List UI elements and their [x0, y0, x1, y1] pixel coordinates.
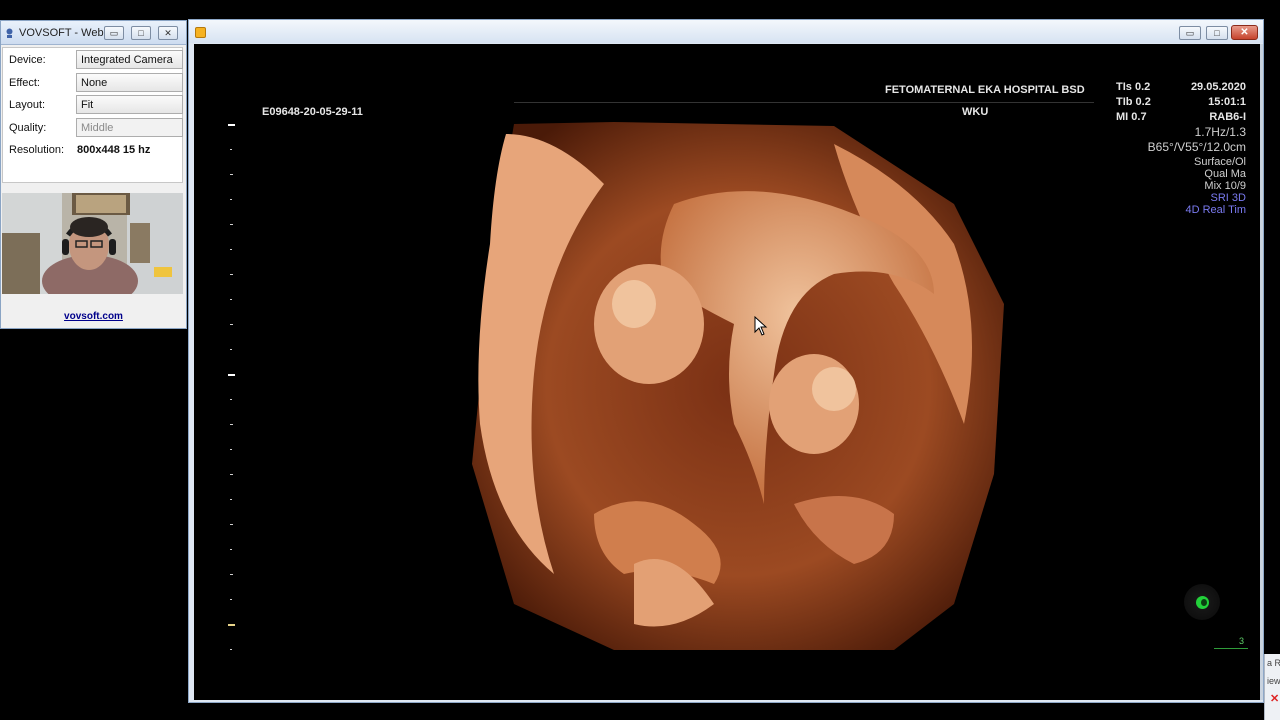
layout-label: Layout: [9, 99, 46, 111]
quality-setting: Qual Ma [1204, 168, 1246, 180]
maximize-button[interactable]: □ [131, 26, 151, 40]
device-row: Device: Integrated Camera [3, 49, 184, 71]
scale-line [1214, 648, 1248, 649]
resolution-label: Resolution: [9, 144, 65, 156]
resolution-value: 800x448 15 hz [77, 144, 151, 156]
viewer-title-bar[interactable]: ▭ □ ✕ [189, 20, 1263, 43]
webcam-app-window: VOVSOFT - Web... ▭ □ ✕ Device: Integrate… [0, 20, 187, 329]
webcam-preview-image [2, 193, 183, 294]
operator-initials: WKU [962, 106, 989, 118]
quality-select[interactable]: Middle [76, 118, 183, 137]
minimize-button[interactable]: ▭ [104, 26, 124, 40]
webcam-window-title: VOVSOFT - Web... [19, 27, 113, 39]
patient-id: E09648-20-05-29-11 [262, 106, 363, 118]
maximize-button[interactable]: □ [1206, 26, 1228, 40]
trackball-icon [1196, 596, 1209, 609]
webcam-title-bar[interactable]: VOVSOFT - Web... ▭ □ ✕ [1, 21, 186, 45]
background-window[interactable]: a R iew ✕ [1264, 654, 1280, 720]
effect-select[interactable]: None [76, 73, 183, 92]
background-window-text-2: iew [1267, 676, 1280, 686]
webcam-app-icon [6, 28, 13, 38]
mouse-cursor-icon [754, 316, 768, 336]
mix-setting: Mix 10/9 [1204, 180, 1246, 192]
close-button[interactable]: ✕ [158, 26, 178, 40]
depth-scale [228, 124, 238, 654]
header-divider [514, 102, 1094, 103]
fetal-3d-render-image [472, 122, 1004, 650]
device-select[interactable]: Integrated Camera [76, 50, 183, 69]
exam-date: 29.05.2020 [1190, 81, 1246, 93]
player-app-icon [195, 27, 206, 38]
effect-row: Effect: None [3, 72, 184, 94]
exam-time: 15:01:1 [1208, 96, 1246, 108]
minimize-button[interactable]: ▭ [1179, 26, 1201, 40]
ultrasound-viewer-window: ▭ □ ✕ E09648-20-05-29-11 FETOMATERNAL EK… [188, 19, 1264, 703]
scale-label: 3 [1239, 636, 1245, 646]
device-label: Device: [9, 54, 46, 66]
vovsoft-link[interactable]: vovsoft.com [1, 311, 186, 322]
sri-setting: SRI 3D [1210, 192, 1246, 204]
vertical-scrollbar[interactable] [1260, 44, 1263, 700]
render-mode: Surface/Ol [1194, 156, 1246, 168]
ultrasound-display: E09648-20-05-29-11 FETOMATERNAL EKA HOSP… [194, 44, 1260, 700]
trackball-indicator [1184, 584, 1220, 620]
quality-row: Quality: Middle [3, 117, 184, 139]
webcam-settings-panel: Device: Integrated Camera Effect: None L… [2, 47, 183, 183]
hospital-name: FETOMATERNAL EKA HOSPITAL BSD [885, 84, 1085, 96]
frequency-value: 1.7Hz/1.3 [1194, 125, 1246, 139]
layout-row: Layout: Fit [3, 94, 184, 116]
probe-name: RAB6-I [1209, 111, 1246, 123]
resolution-row: Resolution: 800x448 15 hz [3, 139, 184, 161]
volume-angle: B65°/V55°/12.0cm [1147, 140, 1246, 154]
background-window-text: a R [1267, 658, 1280, 668]
quality-label: Quality: [9, 122, 47, 134]
effect-label: Effect: [9, 77, 40, 89]
mode-label: 4D Real Tim [1185, 204, 1246, 216]
layout-select[interactable]: Fit [76, 95, 183, 114]
close-icon[interactable]: ✕ [1270, 692, 1279, 705]
parameter-column: 29.05.2020 15:01:1 RAB6-I 1.7Hz/1.3 B65°… [1134, 80, 1246, 250]
close-button[interactable]: ✕ [1231, 25, 1258, 40]
